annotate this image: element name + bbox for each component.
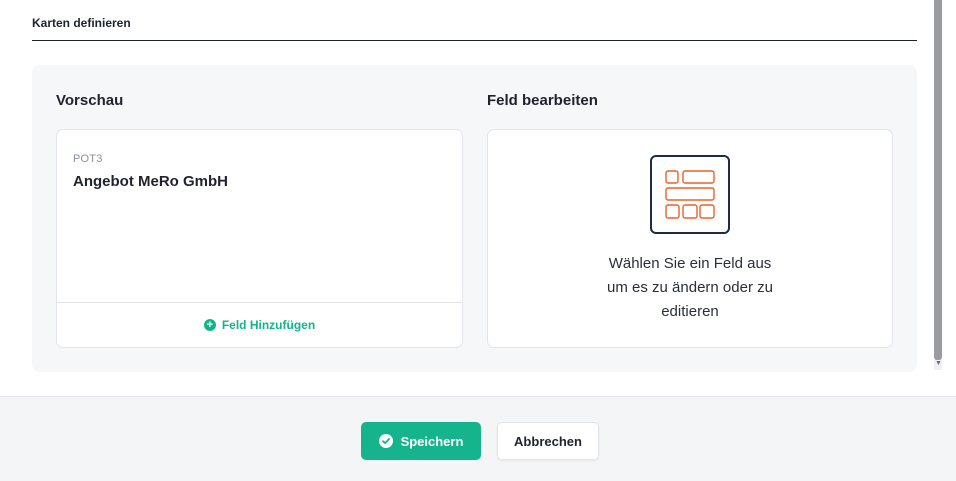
scrollbar-thumb[interactable] (934, 0, 942, 360)
plus-circle-icon: + (203, 319, 216, 331)
card-title: Angebot MeRo GmbH (73, 173, 228, 190)
section-title: Karten definieren (32, 16, 131, 30)
add-field-label: Feld Hinzufügen (221, 318, 316, 332)
modal-footer: Speichern Abbrechen (0, 396, 956, 481)
edit-field-hint: Wählen Sie ein Feld aus um es zu ändern … (488, 252, 892, 324)
card-definition-panel: Vorschau Feld bearbeiten POT3 Angebot Me… (32, 65, 917, 372)
hint-line: Wählen Sie ein Feld aus (608, 255, 772, 272)
field-layout-icon (650, 155, 730, 234)
cancel-button[interactable]: Abbrechen (497, 422, 599, 460)
hint-line: um es zu ändern oder zu (607, 279, 773, 296)
section-divider (32, 40, 917, 41)
edit-field-card: Wählen Sie ein Feld aus um es zu ändern … (487, 129, 893, 348)
scroll-down-arrow-icon[interactable]: ▼ (935, 360, 942, 367)
save-label: Speichern (400, 433, 464, 449)
card-code: POT3 (73, 153, 103, 165)
preview-heading: Vorschau (56, 92, 124, 109)
hint-line: editieren (661, 303, 719, 320)
check-circle-icon (378, 434, 393, 448)
add-field-button[interactable]: + Feld Hinzufügen (57, 302, 462, 348)
save-button[interactable]: Speichern (361, 422, 481, 460)
preview-card: POT3 Angebot MeRo GmbH + Feld Hinzufügen (56, 129, 463, 348)
edit-field-heading: Feld bearbeiten (487, 92, 598, 109)
modal-body: Karten definieren Vorschau Feld bearbeit… (0, 0, 934, 396)
